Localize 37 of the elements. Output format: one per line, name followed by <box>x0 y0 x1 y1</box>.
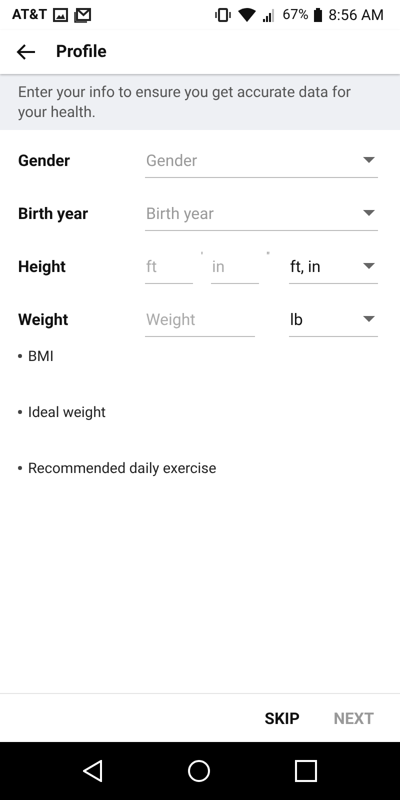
caret-icon <box>363 210 375 216</box>
caret-icon <box>363 157 375 163</box>
field-label: Birth year <box>18 204 90 223</box>
unit-dropdown[interactable]: lb <box>289 302 378 336</box>
text-input[interactable]: Weight <box>145 302 255 336</box>
caret-icon <box>363 263 375 269</box>
footer-button[interactable]: SKIP <box>258 702 306 734</box>
page-title: Profile <box>56 42 107 62</box>
bullet-icon <box>18 354 22 358</box>
result-item: BMI <box>28 348 54 364</box>
caret-icon <box>363 316 375 322</box>
field-label: Height <box>18 257 67 276</box>
image-icon <box>53 8 68 22</box>
back-button[interactable] <box>16 44 36 60</box>
bullet-icon <box>18 410 22 414</box>
unit-mark: " <box>265 250 271 264</box>
signal-icon <box>262 8 276 22</box>
carrier-name: AT&T <box>12 7 48 23</box>
result-item: Ideal weight <box>28 404 106 420</box>
unit-mark: ' <box>200 250 204 264</box>
field-label: Weight <box>18 310 70 329</box>
home-button[interactable] <box>188 760 210 782</box>
mail-icon <box>74 8 92 22</box>
result-item: Recommended daily exercise <box>28 460 216 476</box>
back-nav-button[interactable] <box>82 760 103 782</box>
info-banner: Enter your info to ensure you get accurate data for your health. <box>0 74 400 130</box>
unit-dropdown[interactable]: ft, in <box>289 250 378 284</box>
recents-button[interactable] <box>295 760 318 782</box>
text-input[interactable]: ft <box>145 250 193 284</box>
clock-time: 8:56 AM <box>328 6 384 24</box>
battery-percent: 67% <box>282 7 308 23</box>
battery-icon <box>314 8 322 22</box>
text-input[interactable]: in <box>211 250 259 284</box>
vibrate-icon <box>214 8 232 22</box>
wifi-icon <box>238 8 256 22</box>
bullet-icon <box>18 466 22 470</box>
field-label: Gender <box>18 151 72 170</box>
